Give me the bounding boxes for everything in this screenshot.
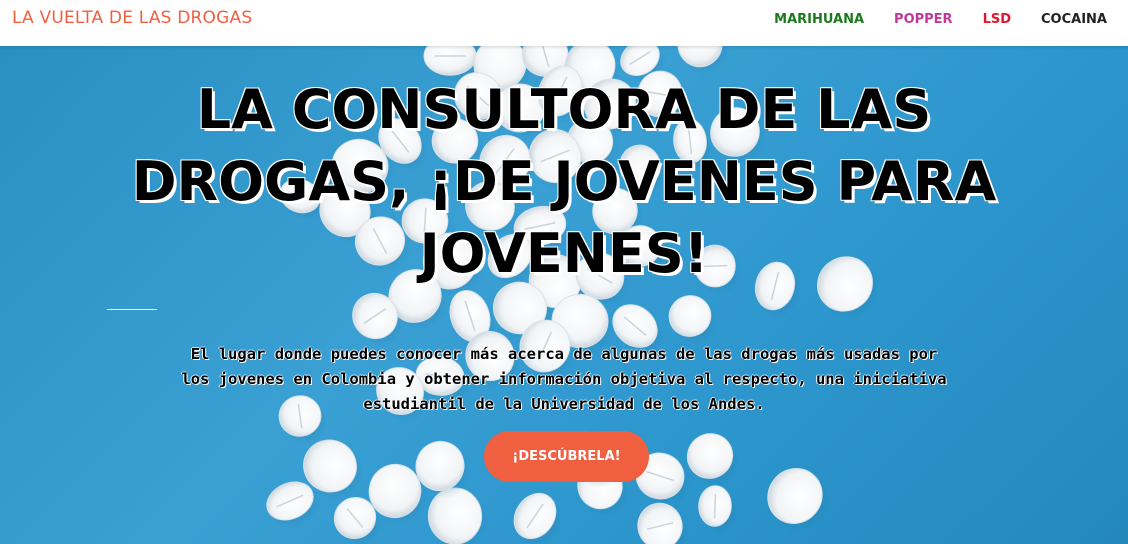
discover-button[interactable]: ¡DESCÚBRELA! [484,431,649,482]
navbar: LA VUELTA DE LAS DROGAS MARIHUANA POPPER… [0,0,1128,46]
hero-description: El lugar donde puedes conocer más acerca… [181,345,947,413]
nav-links: MARIHUANA POPPER LSD COCAINA [744,12,1107,27]
hero-section: LA CONSULTORA DE LAS DROGAS, ¡DE JOVENES… [0,46,1128,544]
pill [767,468,823,524]
hero-title: LA CONSULTORA DE LAS DROGAS, ¡DE JOVENES… [131,78,997,285]
hero-divider [107,309,157,310]
nav-link-popper[interactable]: POPPER [894,12,953,27]
pill [637,502,683,544]
brand-link[interactable]: LA VUELTA DE LAS DROGAS [12,8,252,28]
nav-link-lsd[interactable]: LSD [983,12,1011,27]
nav-link-cocaina[interactable]: COCAINA [1041,12,1107,27]
nav-link-marihuana[interactable]: MARIHUANA [774,12,864,27]
pill-score-line [713,493,717,519]
